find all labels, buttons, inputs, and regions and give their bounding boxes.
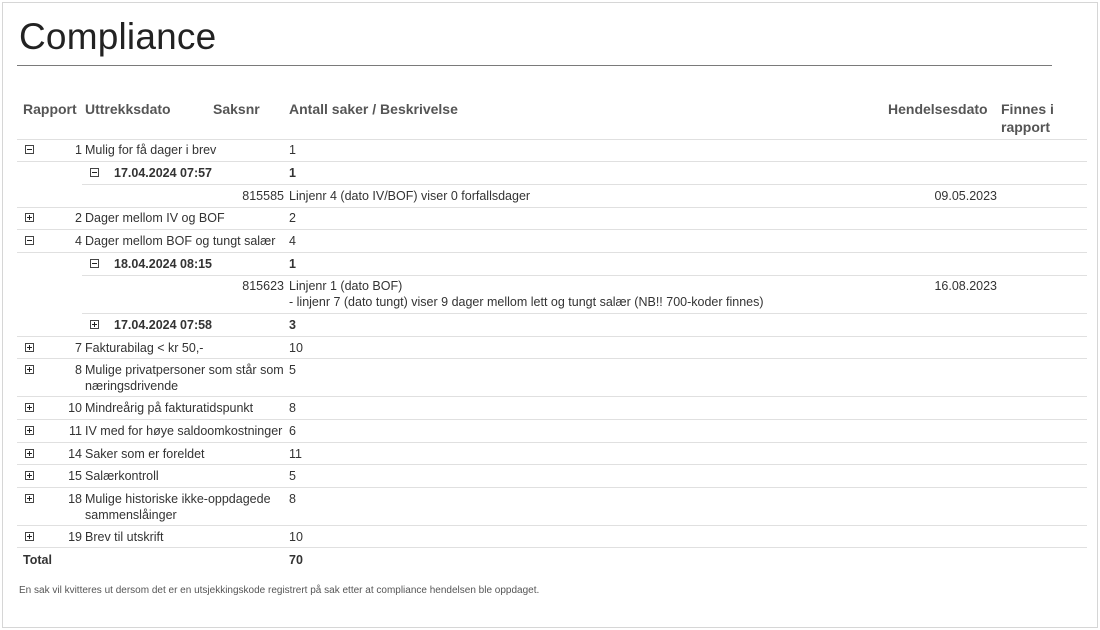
report-count: 11 [289, 447, 302, 461]
expand-icon[interactable] [25, 213, 34, 222]
report-id: 1 [75, 143, 82, 157]
row-divider [17, 547, 1087, 548]
case-description-line2: - linjenr 7 (dato tungt) viser 9 dager m… [289, 295, 764, 309]
row-divider [17, 487, 1087, 488]
page-frame [2, 2, 1098, 628]
expand-icon[interactable] [25, 494, 34, 503]
collapse-icon[interactable] [90, 259, 99, 268]
case-description: Linjenr 4 (dato IV/BOF) viser 0 forfalls… [289, 189, 531, 203]
footnote: En sak vil kvitteres ut dersom det er en… [19, 585, 540, 596]
header-rapport: Rapport [23, 101, 77, 117]
report-count: 4 [289, 234, 296, 248]
title-divider [17, 65, 1052, 66]
report-count: 10 [289, 341, 303, 355]
report-id: 15 [68, 469, 82, 483]
report-id: 11 [69, 424, 82, 438]
total-label: Total [23, 553, 52, 567]
report-label: Fakturabilag < kr 50,- [85, 341, 204, 355]
report-id: 8 [75, 363, 82, 377]
extract-date: 17.04.2024 07:57 [114, 166, 213, 180]
expand-icon[interactable] [25, 471, 34, 480]
event-date: 09.05.2023 [934, 189, 997, 203]
row-divider [82, 313, 1087, 314]
row-divider [17, 139, 1087, 140]
row-divider [17, 252, 1087, 253]
report-id: 19 [68, 530, 82, 544]
header-uttrekksdato: Uttrekksdato [85, 101, 171, 117]
header-hendelsesdato: Hendelsesdato [888, 101, 988, 117]
expand-icon[interactable] [25, 403, 34, 412]
row-divider [17, 229, 1087, 230]
row-divider [17, 161, 1087, 162]
collapse-icon[interactable] [25, 145, 34, 154]
case-number: 815623 [242, 279, 284, 293]
report-count: 5 [289, 469, 296, 483]
report-id: 7 [75, 341, 82, 355]
report-id: 14 [68, 447, 82, 461]
report-id: 4 [75, 234, 82, 248]
report-count: 10 [289, 530, 303, 544]
report-label: IV med for høye saldoomkostninger [85, 424, 283, 438]
row-divider [82, 184, 1087, 185]
extract-date: 18.04.2024 08:15 [114, 257, 213, 271]
row-divider [17, 358, 1087, 359]
extract-date: 17.04.2024 07:58 [114, 318, 213, 332]
row-divider [17, 525, 1087, 526]
report-label: Mulig for få dager i brev [85, 143, 217, 157]
report-count: 2 [289, 211, 296, 225]
event-date: 16.08.2023 [934, 279, 997, 293]
report-id: 2 [75, 211, 82, 225]
report-label: Dager mellom BOF og tungt salær [85, 234, 276, 248]
row-divider [17, 207, 1087, 208]
extract-count: 1 [289, 166, 296, 180]
case-description-line1: Linjenr 1 (dato BOF) [289, 279, 403, 293]
report-count: 6 [289, 424, 296, 438]
report-label-line2: næringsdrivende [85, 379, 179, 393]
row-divider [17, 336, 1087, 337]
page-title: Compliance [19, 16, 217, 57]
collapse-icon[interactable] [25, 236, 34, 245]
report-label-line1: Mulige privatpersoner som står som [85, 363, 284, 377]
row-divider [17, 396, 1087, 397]
report-label-line2: sammenslåinger [85, 508, 177, 522]
extract-count: 3 [289, 318, 296, 332]
case-number: 815585 [242, 189, 284, 203]
report-label: Saker som er foreldet [85, 447, 205, 461]
expand-icon[interactable] [25, 343, 34, 352]
row-divider [82, 275, 1087, 276]
report-label: Dager mellom IV og BOF [85, 211, 225, 225]
header-saksnr: Saksnr [213, 101, 260, 117]
collapse-icon[interactable] [90, 168, 99, 177]
report-label: Salærkontroll [85, 469, 159, 483]
expand-icon[interactable] [25, 365, 34, 374]
expand-icon[interactable] [25, 532, 34, 541]
expand-icon[interactable] [25, 449, 34, 458]
report-id: 18 [68, 492, 82, 506]
total-count: 70 [289, 553, 303, 567]
expand-icon[interactable] [90, 320, 99, 329]
report-count: 8 [289, 401, 296, 415]
row-divider [17, 464, 1087, 465]
report-count: 5 [289, 363, 296, 377]
header-finnes-i-rapport: Finnes i rapport [1001, 101, 1054, 135]
report-id: 10 [68, 401, 82, 415]
extract-count: 1 [289, 257, 296, 271]
row-divider [17, 442, 1087, 443]
report-label: Mindreårig på fakturatidspunkt [85, 401, 254, 415]
report-count: 1 [289, 143, 296, 157]
report-label: Brev til utskrift [85, 530, 164, 544]
report-label-line1: Mulige historiske ikke-oppdagede [85, 492, 271, 506]
row-divider [17, 419, 1087, 420]
report-count: 8 [289, 492, 296, 506]
expand-icon[interactable] [25, 426, 34, 435]
header-beskrivelse: Antall saker / Beskrivelse [289, 101, 458, 117]
